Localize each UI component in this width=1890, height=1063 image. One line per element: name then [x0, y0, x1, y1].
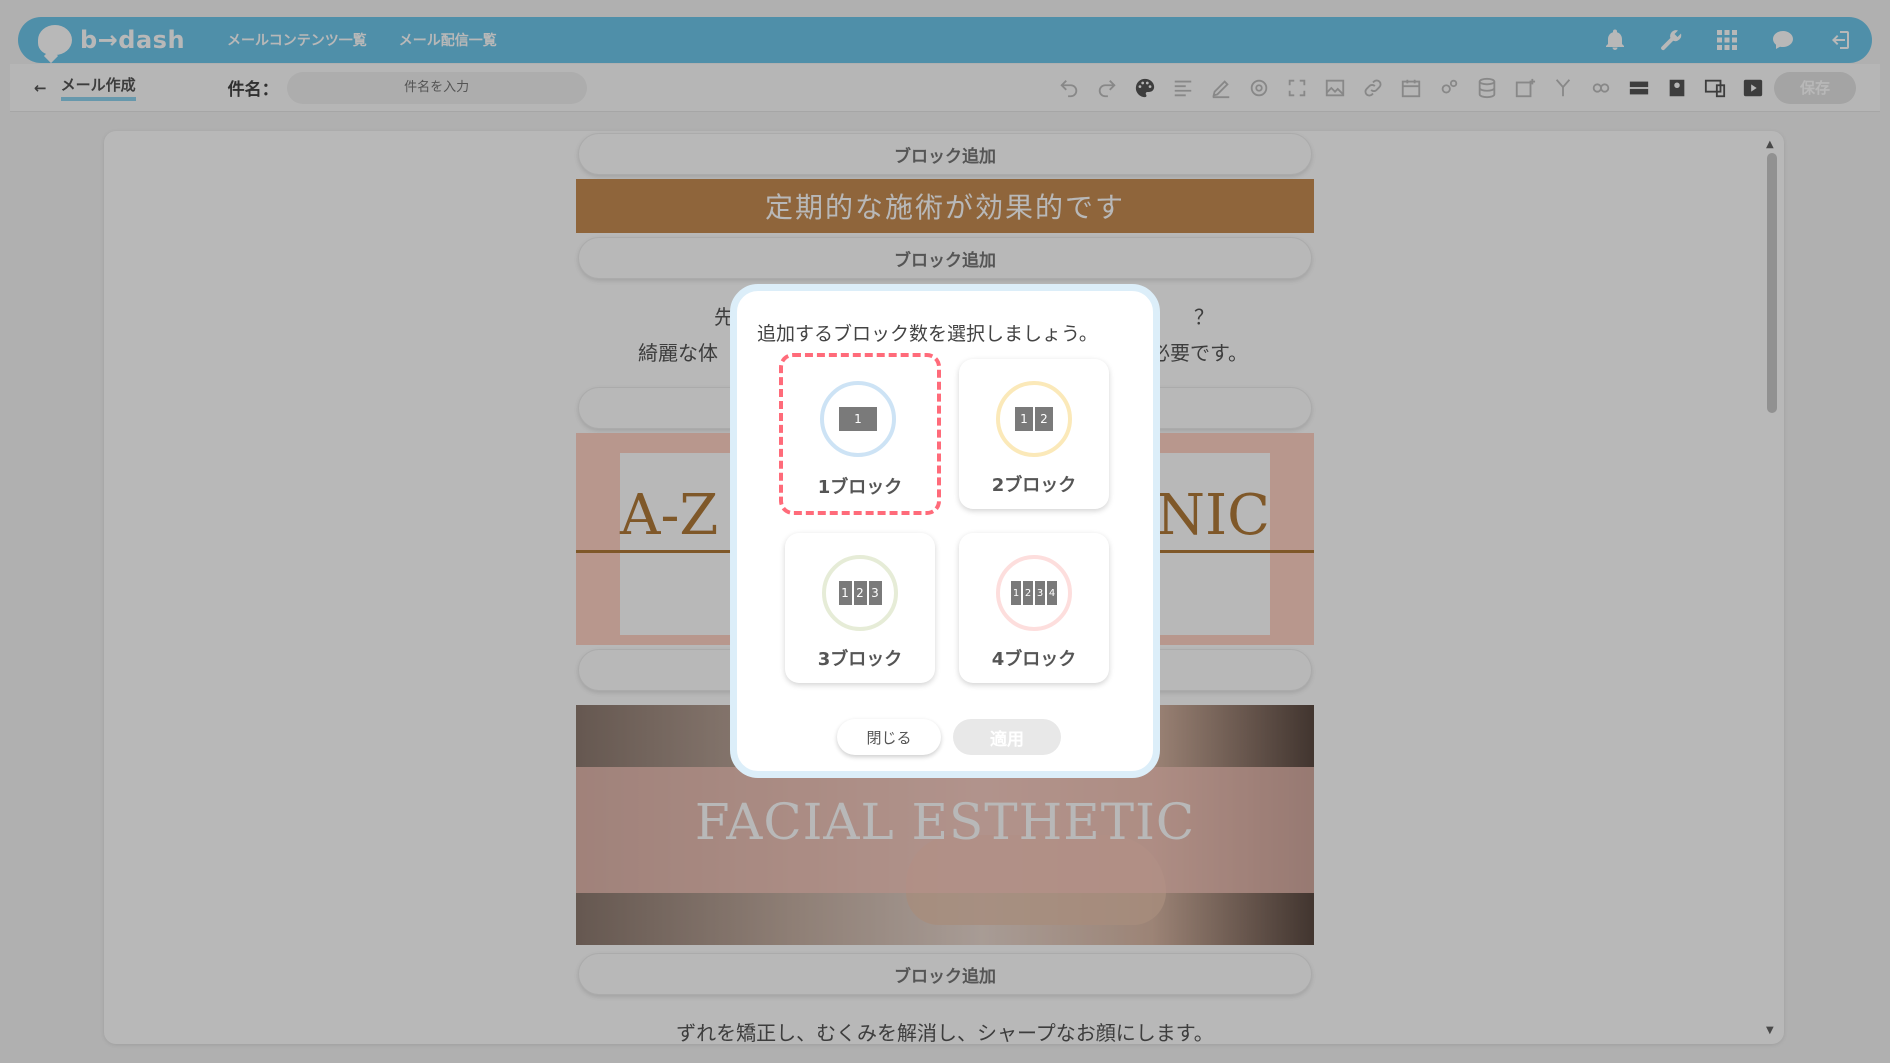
option-2-block[interactable]: 1 2 2ブロック: [959, 359, 1109, 509]
block-cell: 1: [839, 407, 877, 431]
block-cell: 2: [853, 581, 867, 605]
modal-title: 追加するブロック数を選択しましょう。: [757, 323, 1098, 345]
two-block-icon: 1 2: [996, 381, 1072, 457]
block-cell: 3: [868, 581, 882, 605]
apply-button[interactable]: 適用: [953, 719, 1061, 755]
block-cell: 1: [1015, 407, 1033, 431]
block-cell: 1: [1011, 581, 1021, 605]
block-cell: 2: [1035, 407, 1053, 431]
one-block-icon: 1: [820, 381, 896, 457]
three-block-icon: 1 2 3: [822, 555, 898, 631]
block-cell: 1: [838, 581, 852, 605]
option-4-block[interactable]: 1 2 3 4 4ブロック: [959, 533, 1109, 683]
block-cell: 2: [1023, 581, 1033, 605]
option-label: 4ブロック: [991, 649, 1077, 670]
block-cell: 3: [1035, 581, 1045, 605]
option-1-block[interactable]: 1 1ブロック: [779, 353, 941, 515]
block-cell: 4: [1047, 581, 1057, 605]
option-3-block[interactable]: 1 2 3 3ブロック: [785, 533, 935, 683]
option-label: 1ブロック: [817, 477, 903, 498]
add-block-modal: 追加するブロック数を選択しましょう。 1 1ブロック 1 2 2ブロック 1 2…: [730, 284, 1160, 778]
option-label: 2ブロック: [991, 475, 1077, 496]
option-label: 3ブロック: [817, 649, 903, 670]
four-block-icon: 1 2 3 4: [996, 555, 1072, 631]
close-button[interactable]: 閉じる: [837, 719, 941, 755]
